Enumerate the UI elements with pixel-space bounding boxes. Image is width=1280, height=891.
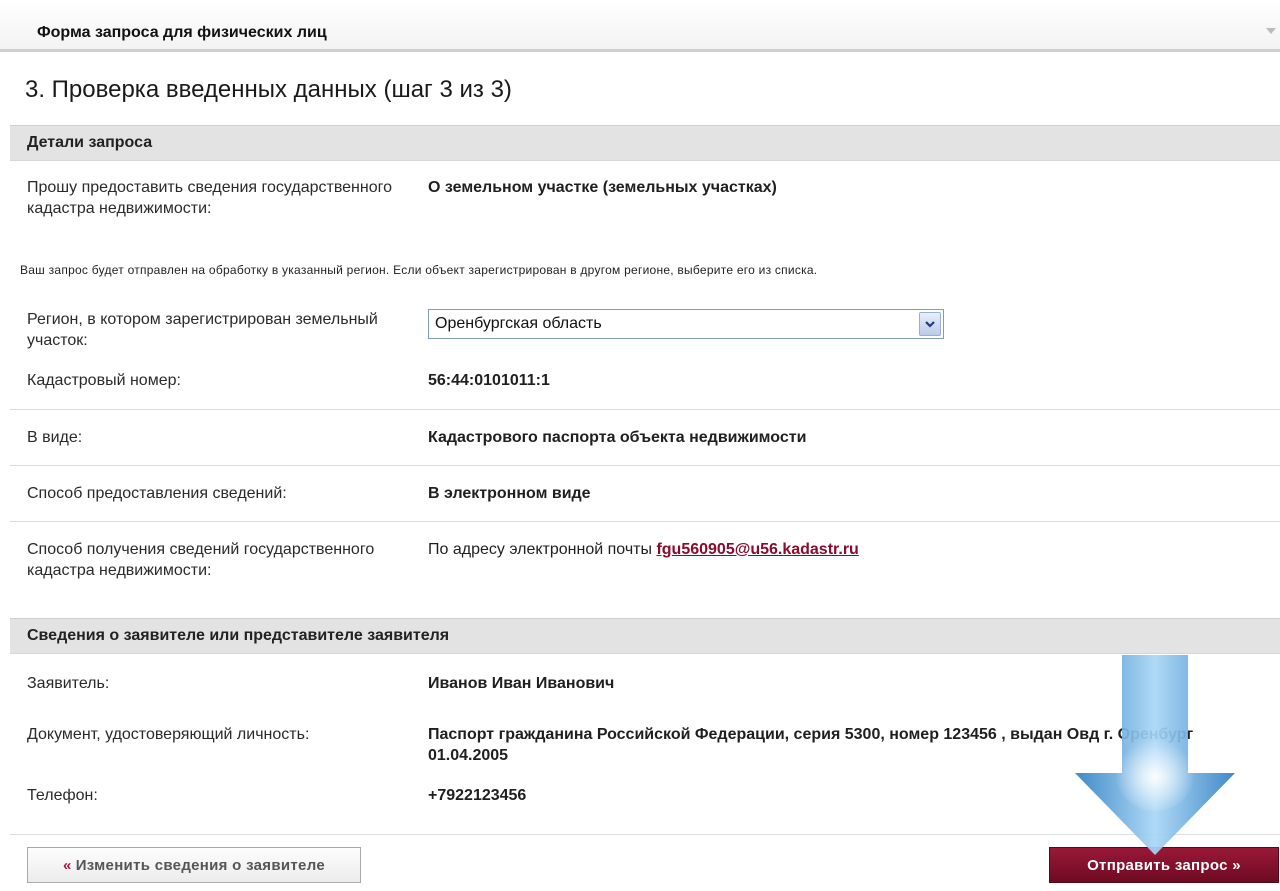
receipt-method-prefix: По адресу электронной почты <box>428 541 652 558</box>
send-request-button-label: Отправить запрос » <box>1087 856 1241 874</box>
receipt-email-link[interactable]: fgu560905@u56.kadastr.ru <box>656 541 858 558</box>
info-requested-value: О земельном участке (земельных участках) <box>428 179 777 196</box>
form-header-title: Форма запроса для физических лиц <box>37 24 327 41</box>
edit-applicant-button-label: Изменить сведения о заявителе <box>75 856 325 874</box>
divider <box>10 465 1280 466</box>
id-document-value: Паспорт гражданина Российской Федерации,… <box>428 726 1194 764</box>
section-request-details: Детали запроса <box>10 125 1280 161</box>
back-quote-icon: « <box>63 856 72 874</box>
delivery-method-value: В электронном виде <box>428 485 591 502</box>
phone-value: +7922123456 <box>428 787 527 804</box>
delivery-method-label: Способ предоставления сведений: <box>27 485 287 502</box>
divider <box>10 409 1280 410</box>
region-select-value: Оренбургская область <box>435 315 602 332</box>
send-request-button[interactable]: Отправить запрос » <box>1049 847 1279 883</box>
cadastral-number-label: Кадастровый номер: <box>27 372 181 389</box>
form-type-label: В виде: <box>27 429 83 446</box>
collapse-arrow-icon[interactable] <box>1266 28 1276 34</box>
chevron-down-icon[interactable] <box>919 312 941 336</box>
receipt-method-label: Способ получения сведений государственно… <box>27 541 375 579</box>
form-header: Форма запроса для физических лиц <box>0 0 1280 52</box>
receipt-method-value: По адресу электронной почты fgu560905@u5… <box>428 539 1248 560</box>
applicant-name-label: Заявитель: <box>27 675 110 692</box>
region-note: Ваш запрос будет отправлен на обработку … <box>20 263 818 277</box>
info-requested-label: Прошу предоставить сведения государствен… <box>27 179 392 217</box>
form-type-value: Кадастрового паспорта объекта недвижимос… <box>428 429 807 446</box>
page-title: 3. Проверка введенных данных (шаг 3 из 3… <box>25 76 512 103</box>
section-title: Сведения о заявителе или представителе з… <box>27 627 450 644</box>
divider <box>10 521 1280 522</box>
region-select[interactable]: Оренбургская область <box>428 309 944 339</box>
applicant-name-value: Иванов Иван Иванович <box>428 675 615 692</box>
cadastral-number-value: 56:44:0101011:1 <box>428 372 550 389</box>
region-label: Регион, в котором зарегистрирован земель… <box>27 311 378 349</box>
id-document-label: Документ, удостоверяющий личность: <box>27 726 310 743</box>
section-applicant: Сведения о заявителе или представителе з… <box>10 618 1280 654</box>
phone-label: Телефон: <box>27 787 98 804</box>
edit-applicant-button[interactable]: « Изменить сведения о заявителе <box>27 847 361 883</box>
section-title: Детали запроса <box>27 134 153 151</box>
divider <box>10 834 1280 835</box>
